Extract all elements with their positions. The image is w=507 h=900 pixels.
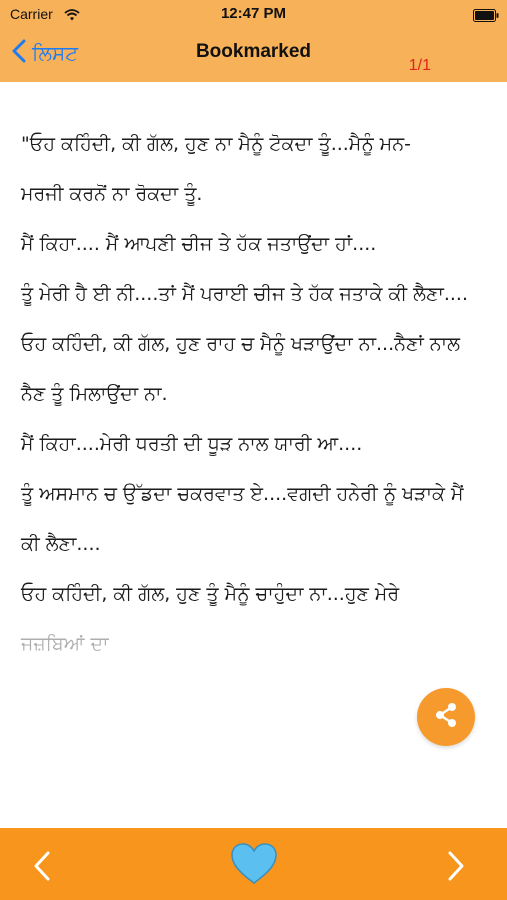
text-paragraph: ਤੂੰ ਮੇਰੀ ਹੈ ਈ ਨੀ....ਤਾਂ ਮੈਂ ਪਰਾਈ ਚੀਜ ਤੇ …: [21, 283, 468, 305]
text-paragraph: ਮੈਂ ਕਿਹਾ....ਮੇਰੀ ਧਰਤੀ ਦੀ ਧੂੜ ਨਾਲ ਯਾਰੀ ਆ.…: [21, 433, 363, 455]
bookmark-heart-button[interactable]: [229, 842, 279, 890]
next-button[interactable]: [446, 850, 466, 886]
status-time: 12:47 PM: [220, 5, 287, 22]
text-paragraph: ਕੀ ਲੈਣਾ....: [21, 533, 101, 555]
share-button[interactable]: [417, 688, 475, 746]
previous-button[interactable]: [32, 850, 52, 886]
bottom-toolbar: [0, 828, 507, 900]
text-paragraph: "ਓਹ ਕਹਿੰਦੀ, ਕੀ ਗੱਲ, ਹੁਣ ਨਾ ਮੈਨੂੰ ਟੋਕਦਾ ਤ…: [21, 133, 411, 155]
text-paragraph: ਨੈਣ ਤੂੰ ਮਿਲਾਉਂਦਾ ਨਾ.: [21, 383, 168, 405]
text-paragraph: ਮੈਂ ਕਿਹਾ.... ਮੈਂ ਆਪਣੀ ਚੀਜ ਤੇ ਹੱਕ ਜਤਾਉਂਦਾ…: [21, 233, 377, 255]
chevron-right-icon: [446, 851, 466, 886]
share-icon: [432, 701, 460, 733]
chevron-left-icon: [32, 851, 52, 886]
navigation-bar: ਲਿਸਟ Bookmarked 1/1: [0, 28, 507, 82]
text-paragraph: ਓਹ ਕਹਿੰਦੀ, ਕੀ ਗੱਲ, ਹੁਣ ਤੂੰ ਮੈਨੂੰ ਚਾਹੁੰਦਾ…: [21, 583, 400, 605]
text-paragraph: ਜਜ਼ਬਿਆਂ ਦਾ: [21, 633, 109, 655]
text-paragraph: ਤੂੰ ਅਸਮਾਨ ਚ ਉੱਡਦਾ ਚਕਰਵਾਤ ਏ....ਵਗਦੀ ਹਨੇਰੀ…: [21, 483, 464, 505]
heart-icon: [229, 843, 279, 890]
text-paragraph: ਓਹ ਕਹਿੰਦੀ, ਕੀ ਗੱਲ, ਹੁਣ ਰਾਹ ਚ ਮੈਨੂੰ ਖੜਾਉਂ…: [21, 333, 460, 355]
text-paragraph: ਮਰਜੀ ਕਰਨੋਂ ਨਾ ਰੋਕਦਾ ਤੂੰ.: [21, 183, 203, 205]
status-bar: Carrier 12:47 PM: [0, 0, 507, 28]
page-counter: 1/1: [408, 57, 431, 74]
battery-icon: [473, 7, 499, 26]
